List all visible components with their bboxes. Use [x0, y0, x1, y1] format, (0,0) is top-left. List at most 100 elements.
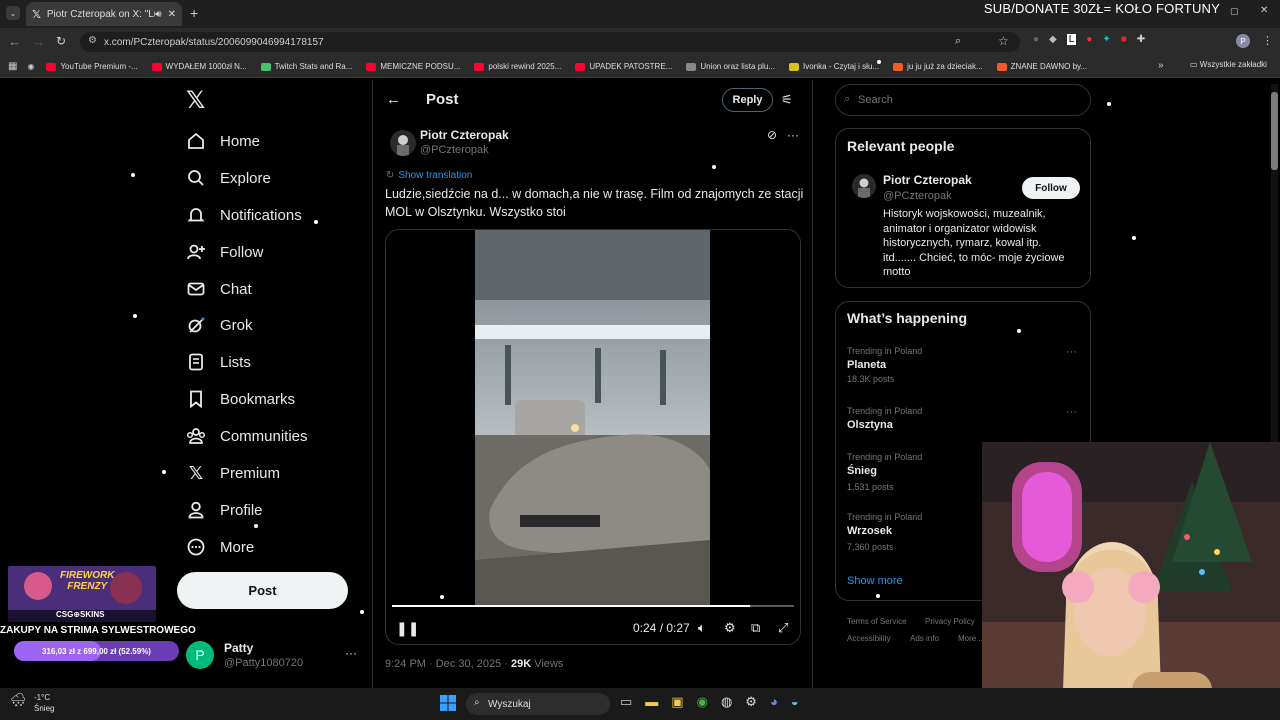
footer-link[interactable]: Accessibility — [847, 634, 891, 643]
fullscreen-icon[interactable]: ⤢ — [778, 620, 788, 636]
extension-icon[interactable]: ◆ — [1049, 34, 1057, 45]
nav-lists[interactable]: Lists — [186, 347, 251, 377]
trend-more-icon[interactable]: ··· — [1066, 346, 1077, 358]
browser-menu-icon[interactable]: ⋮ — [1262, 34, 1273, 47]
post-more-icon[interactable]: ··· — [787, 128, 799, 142]
person-name[interactable]: Piotr Czteropak — [883, 173, 972, 187]
reload-icon[interactable]: ↻ — [56, 34, 66, 48]
forward-icon[interactable]: → — [32, 34, 45, 49]
minimize-icon[interactable]: ▢ — [1230, 6, 1239, 17]
show-more-link[interactable]: Show more — [847, 575, 903, 587]
account-name[interactable]: Patty — [224, 641, 253, 655]
show-translation-link[interactable]: ↻ Show translation — [386, 170, 472, 181]
author-avatar[interactable] — [390, 130, 416, 156]
windows-start-icon[interactable] — [440, 695, 456, 711]
x-home-logo[interactable]: 𝕏 — [186, 86, 205, 115]
settings-gear-icon[interactable]: ⚙ — [724, 620, 736, 636]
video-frame[interactable] — [475, 230, 710, 607]
star-icon[interactable]: ☆ — [998, 34, 1009, 48]
nav-bookmarks[interactable]: Bookmarks — [186, 384, 295, 414]
chrome-icon[interactable]: ◉ — [27, 62, 34, 71]
picture-in-picture-icon[interactable]: ⧉ — [751, 620, 760, 636]
nav-more[interactable]: More — [186, 532, 254, 562]
zoom-icon[interactable]: ⌕ — [955, 35, 961, 48]
post-button[interactable]: Post — [177, 572, 348, 609]
account-avatar[interactable]: P — [186, 641, 214, 669]
discord-icon[interactable]: ◕ — [770, 694, 778, 710]
profile-avatar-icon[interactable]: P — [1236, 34, 1250, 48]
pause-icon[interactable]: ❚❚ — [396, 620, 419, 637]
follow-button[interactable]: Follow — [1022, 177, 1080, 199]
weather-widget[interactable]: -1°C Śnieg — [34, 692, 54, 714]
author-handle[interactable]: @PCzteropak — [420, 144, 489, 156]
nav-chat[interactable]: Chat — [186, 274, 252, 304]
bookmark-item[interactable]: MEMICZNE PODSU... — [366, 62, 460, 71]
new-tab-icon[interactable]: + — [190, 5, 198, 21]
puzzle-icon[interactable]: ✚ — [1137, 34, 1145, 45]
extension-icon[interactable]: ● — [1033, 34, 1039, 45]
bookmark-item[interactable]: YouTube Premium -... — [46, 62, 138, 71]
trend-item[interactable]: Trending in Poland Śnieg 1,531 posts — [847, 452, 922, 492]
nav-premium[interactable]: 𝕏 Premium — [186, 458, 280, 488]
scrollbar-thumb[interactable] — [1271, 92, 1278, 170]
tab-search-icon[interactable]: ⌄ — [6, 6, 20, 20]
nav-explore[interactable]: Explore — [186, 163, 271, 193]
bookmark-item[interactable]: Ivonka - Czytaj i słu... — [789, 62, 879, 71]
speaker-icon[interactable]: 🔊︎ — [155, 9, 161, 20]
weather-icon[interactable]: 🌨︎ — [10, 692, 27, 708]
bookmark-item[interactable]: Twitch Stats and Ra... — [260, 62, 352, 71]
chrome-icon[interactable]: ◉ — [697, 694, 708, 710]
post-timestamp[interactable]: 9:24 PM · Dec 30, 2025 · — [385, 658, 511, 670]
close-window-icon[interactable]: ✕ — [1260, 5, 1268, 16]
bookmark-item[interactable]: UPADEK PATOSTRE... — [575, 62, 672, 71]
search-input[interactable]: Search — [835, 84, 1091, 116]
back-icon[interactable]: ← — [8, 34, 21, 49]
trend-item[interactable]: Trending in Poland Olsztyna — [847, 406, 922, 431]
back-arrow-icon[interactable]: ← — [386, 91, 401, 108]
nav-profile[interactable]: Profile — [186, 495, 263, 525]
author-name[interactable]: Piotr Czteropak — [420, 128, 509, 142]
taskbar-search[interactable]: Wyszukaj — [466, 693, 610, 715]
bookmark-item[interactable]: Union oraz lista plu... — [686, 62, 775, 71]
extension-icon[interactable]: ● — [1086, 34, 1092, 45]
person-avatar[interactable] — [852, 174, 876, 198]
all-bookmarks[interactable]: ▭ Wszystkie zakładki — [1190, 60, 1267, 69]
apps-icon[interactable]: ▦ — [8, 61, 17, 72]
nav-home[interactable]: Home — [186, 126, 260, 156]
bookmarks-overflow-icon[interactable]: » — [1158, 60, 1164, 71]
store-icon[interactable]: ▣ — [671, 694, 683, 710]
trend-more-icon[interactable]: ··· — [1066, 406, 1077, 418]
tab-close-icon[interactable]: ✕ — [168, 9, 176, 20]
grok-explain-icon[interactable]: ⊘ — [767, 128, 777, 142]
app-icon[interactable]: ◒ — [791, 694, 799, 710]
filter-icon[interactable]: ⚟ — [781, 92, 793, 108]
file-explorer-icon[interactable]: ▬ — [645, 694, 658, 710]
trend-item[interactable]: Trending in Poland Planeta 18.3K posts — [847, 346, 922, 384]
bookmark-item[interactable]: WYDAŁEM 1000zł N... — [151, 62, 247, 71]
nav-grok[interactable]: Grok — [186, 310, 253, 340]
url-input[interactable]: x.com/PCzteropak/status/2006099046994178… — [80, 32, 1020, 52]
reply-button[interactable]: Reply — [722, 88, 773, 112]
video-progress-bar[interactable] — [392, 605, 794, 607]
tab-active[interactable]: 𝕏 Piotr Czteropak on X: "Ludz 🔊︎ ✕ — [26, 2, 182, 26]
extension-icon[interactable]: ✦ — [1102, 34, 1110, 45]
site-info-icon[interactable]: ⚙ — [88, 35, 97, 46]
bookmark-item[interactable]: ZNANE DAWNO by... — [996, 62, 1087, 71]
nav-notifications[interactable]: Notifications — [186, 200, 302, 230]
obs-icon[interactable]: ◍ — [721, 694, 732, 710]
settings-icon[interactable]: ⚙ — [745, 694, 757, 710]
account-menu-icon[interactable]: ··· — [345, 646, 357, 660]
footer-link[interactable]: Ads info — [910, 634, 939, 643]
bookmark-favicon-icon — [575, 62, 586, 71]
extension-icon[interactable]: ■ — [1121, 34, 1127, 45]
nav-follow[interactable]: Follow — [186, 237, 263, 267]
bookmark-item[interactable]: polski rewind 2025... — [474, 62, 561, 71]
extension-icon[interactable]: L — [1066, 34, 1077, 45]
nav-communities[interactable]: Communities — [186, 421, 308, 451]
footer-link[interactable]: Terms of Service — [847, 617, 907, 626]
task-view-icon[interactable]: ▭ — [620, 694, 632, 710]
bookmark-item[interactable]: ju ju już za dzieciak... — [893, 62, 983, 71]
volume-icon[interactable]: 🔈︎ — [698, 620, 706, 636]
trend-item[interactable]: Trending in Poland Wrzosek 7,360 posts — [847, 512, 922, 552]
footer-link[interactable]: Privacy Policy — [925, 617, 975, 626]
